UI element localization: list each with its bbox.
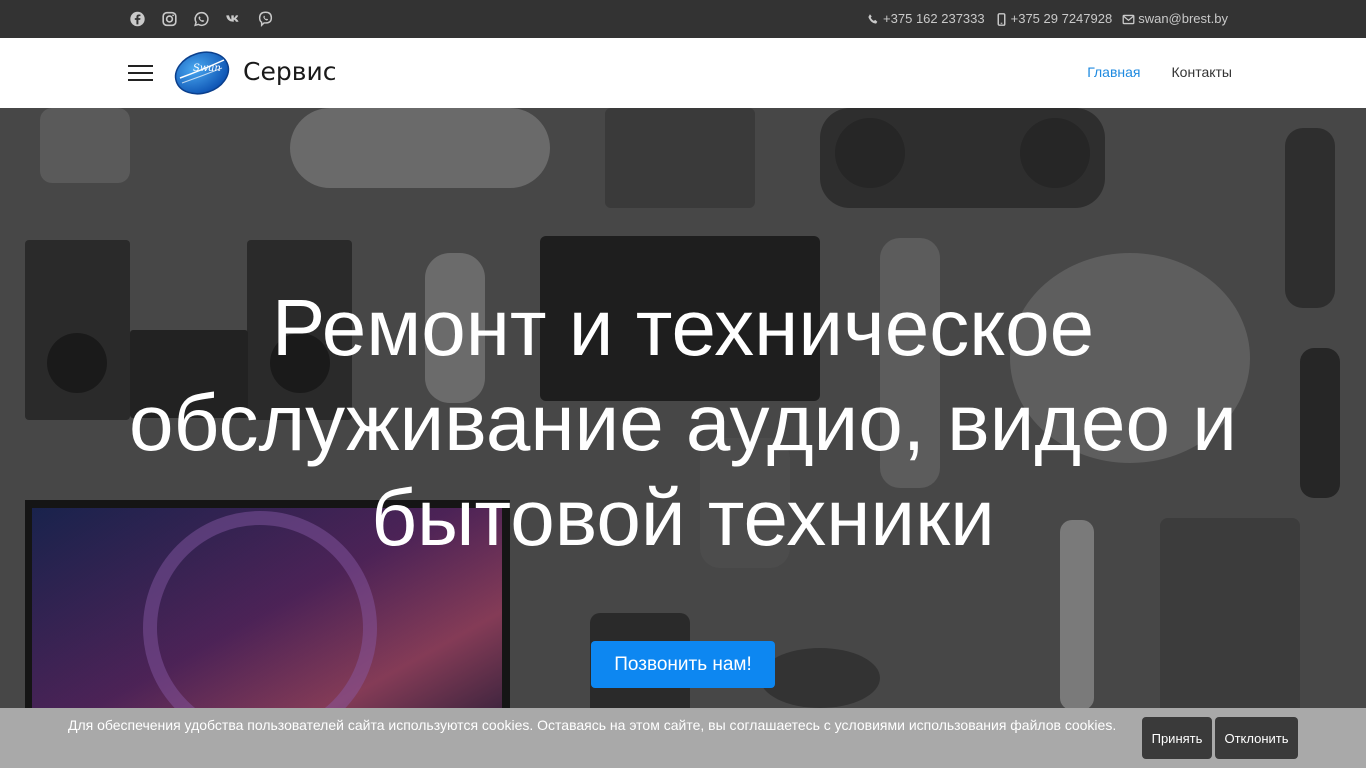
phone-1[interactable]: +375 162 237333: [867, 11, 985, 27]
cookie-message: Для обеспечения удобства пользователей с…: [68, 717, 1117, 733]
phone-2-text: +375 29 7247928: [1010, 11, 1113, 26]
phone-icon: [868, 13, 878, 24]
phone-2[interactable]: +375 29 7247928: [995, 11, 1113, 27]
nav-home-link[interactable]: Главная: [1087, 64, 1140, 80]
site-header: Swan Сервис Главная Контакты: [0, 38, 1366, 108]
phone-1-text: +375 162 237333: [883, 11, 985, 26]
email[interactable]: swan@brest.by: [1122, 11, 1228, 27]
top-bar: +375 162 237333 +375 29 7247928 swan@bre…: [0, 0, 1366, 38]
facebook-icon[interactable]: [128, 10, 147, 28]
hero-title: Ремонт и техническое обслуживание аудио,…: [129, 283, 1237, 562]
nav-contacts-link[interactable]: Контакты: [1172, 64, 1232, 80]
cookie-banner: Для обеспечения удобства пользователей с…: [0, 708, 1366, 768]
email-text: swan@brest.by: [1138, 11, 1228, 26]
viber-icon[interactable]: [256, 10, 275, 28]
decline-cookies-button[interactable]: Отклонить: [1215, 717, 1298, 759]
main-nav: Главная Контакты: [1087, 64, 1232, 80]
brand-name[interactable]: Сервис: [243, 57, 336, 87]
swan-logo[interactable]: Swan: [172, 48, 232, 98]
whatsapp-icon[interactable]: [192, 10, 211, 28]
accept-cookies-button[interactable]: Принять: [1142, 717, 1212, 759]
instagram-icon[interactable]: [160, 10, 179, 28]
mobile-icon: [997, 12, 1006, 26]
hamburger-menu-icon[interactable]: [128, 64, 153, 82]
envelope-icon: [1122, 14, 1135, 24]
call-us-button[interactable]: Позвонить нам!: [591, 641, 775, 688]
vk-icon[interactable]: [224, 10, 243, 28]
social-links: [128, 10, 275, 28]
hero-section: Ремонт и техническое обслуживание аудио,…: [0, 108, 1366, 768]
contact-info: +375 162 237333 +375 29 7247928 swan@bre…: [867, 11, 1228, 27]
svg-text:Swan: Swan: [193, 63, 221, 74]
